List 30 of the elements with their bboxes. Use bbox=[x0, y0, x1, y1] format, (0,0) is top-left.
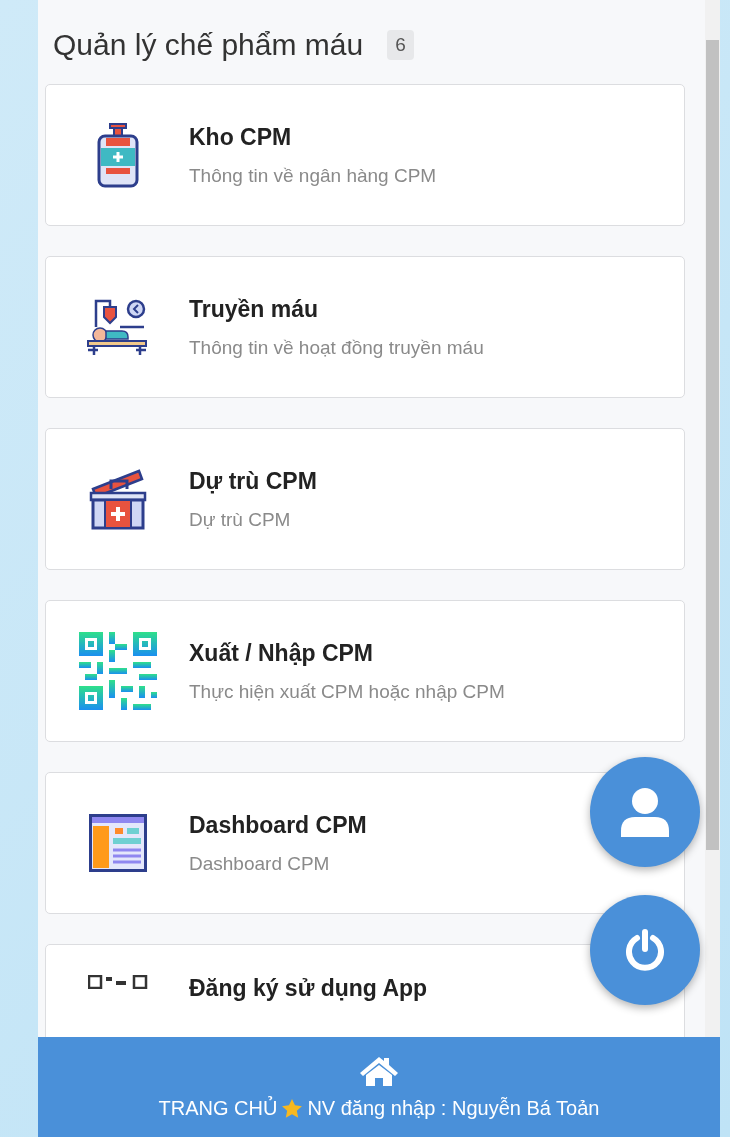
star-icon bbox=[281, 1097, 304, 1119]
user-button[interactable] bbox=[590, 757, 700, 867]
menu-card[interactable]: Dashboard CPM Dashboard CPM bbox=[45, 772, 685, 914]
menu-card[interactable]: Truyền máu Thông tin về hoạt đồng truyền máu bbox=[45, 256, 685, 398]
card-title: Kho CPM bbox=[189, 123, 293, 151]
menu-card[interactable]: Xuất / Nhập CPM Thực hiện xuất CPM hoặc nhập CPM bbox=[45, 600, 685, 742]
page-title: Quản lý chế phẩm máu bbox=[53, 28, 364, 62]
card-description: Thông tin về ngân hàng CPM bbox=[189, 164, 437, 187]
user-icon bbox=[619, 787, 671, 837]
scrollbar[interactable] bbox=[705, 0, 720, 1037]
card-title: Dashboard CPM bbox=[189, 811, 367, 839]
blood-bag-icon bbox=[95, 122, 140, 188]
card-description: Dashboard CPM bbox=[189, 852, 331, 875]
card-title: Đăng ký sử dụng App bbox=[189, 975, 428, 1002]
menu-card[interactable]: Dự trù CPM Dự trù CPM bbox=[45, 428, 685, 570]
card-title: Xuất / Nhập CPM bbox=[189, 639, 374, 667]
power-icon bbox=[625, 929, 665, 971]
logged-in-user: NV đăng nhập : Nguyễn Bá Toản bbox=[307, 1096, 600, 1120]
card-description: Thông tin về hoạt đồng truyền máu bbox=[189, 336, 484, 359]
card-title: Truyền máu bbox=[189, 295, 320, 323]
home-icon[interactable] bbox=[358, 1054, 400, 1087]
count-badge: 6 bbox=[387, 30, 414, 60]
card-title: Dự trù CPM bbox=[189, 467, 317, 495]
card-description: Thực hiện xuất CPM hoặc nhập CPM bbox=[189, 680, 505, 703]
menu-card[interactable]: Đăng ký sử dụng App bbox=[45, 944, 685, 1037]
card-description: Dự trù CPM bbox=[189, 508, 292, 531]
medical-kit-icon bbox=[88, 467, 147, 531]
patient-transfusion-icon bbox=[85, 297, 150, 357]
menu-card[interactable]: Kho CPM Thông tin về ngân hàng CPM bbox=[45, 84, 685, 226]
dashboard-icon bbox=[88, 814, 147, 872]
